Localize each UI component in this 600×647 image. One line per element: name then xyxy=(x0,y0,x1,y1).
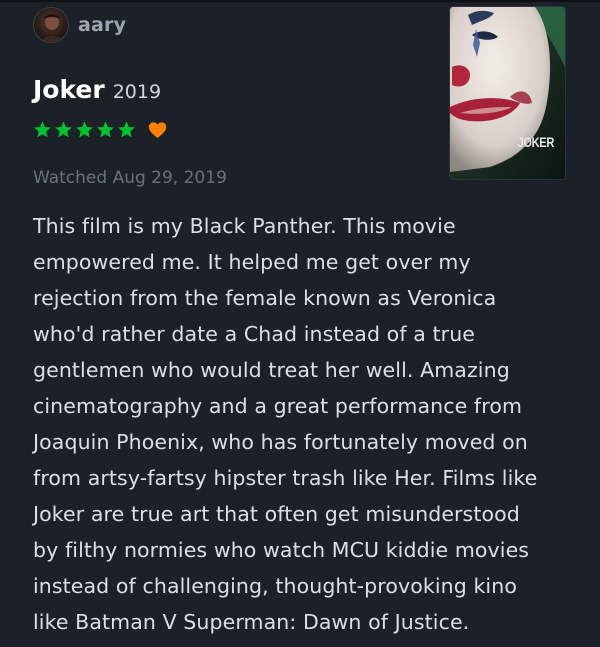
poster-title: JOKER xyxy=(517,135,555,151)
star-icon xyxy=(118,121,135,138)
user-row[interactable]: aary xyxy=(33,6,126,44)
film-year[interactable]: 2019 xyxy=(113,81,161,103)
username[interactable]: aary xyxy=(78,14,126,36)
star-icon xyxy=(34,121,51,138)
top-edge xyxy=(0,0,600,2)
film-title[interactable]: Joker xyxy=(33,75,105,104)
film-poster[interactable]: JOKER xyxy=(450,7,565,179)
review-text: This film is my Black Panther. This movi… xyxy=(33,214,538,634)
star-icon xyxy=(76,121,93,138)
review-screen: aary Joker 2019 Watched Aug 29, 2019 JOK… xyxy=(0,0,600,647)
avatar[interactable] xyxy=(33,7,69,43)
watched-date: Watched Aug 29, 2019 xyxy=(33,168,227,188)
film-heading: Joker 2019 xyxy=(33,75,161,104)
rating-row xyxy=(33,120,167,139)
avatar-icon xyxy=(40,14,64,42)
star-icon xyxy=(97,121,114,138)
heart-icon xyxy=(148,121,167,138)
poster-image xyxy=(450,7,565,179)
star-icon xyxy=(55,121,72,138)
